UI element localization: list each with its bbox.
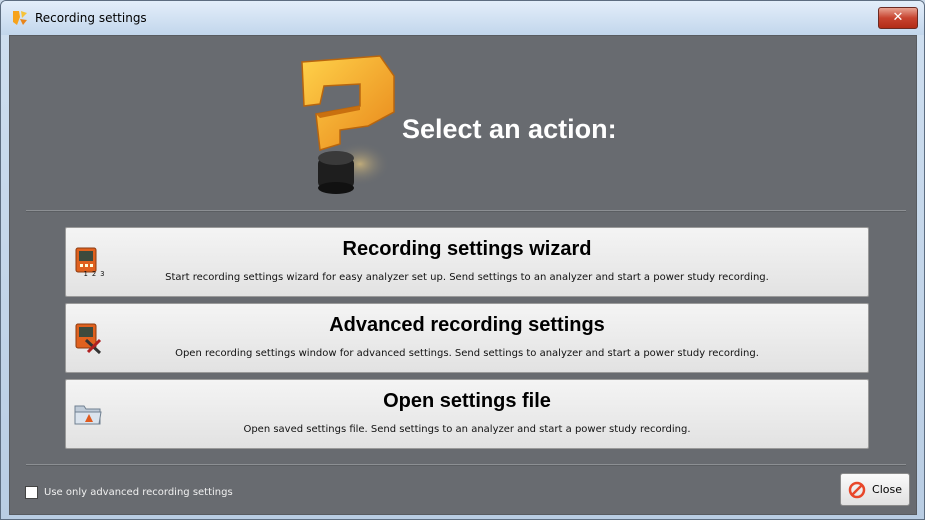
- action-title: Recording settings wizard: [342, 238, 592, 260]
- open-settings-file-button[interactable]: Open settings file Open saved settings f…: [65, 379, 869, 449]
- window-title: Recording settings: [35, 11, 147, 25]
- top-divider: [26, 210, 906, 212]
- dialog-content: Select an action: 1 2 3 Recording settin…: [9, 35, 917, 515]
- question-mark-logo-icon: [301, 55, 395, 194]
- action-description: Start recording settings wizard for easy…: [165, 272, 769, 283]
- close-button-label: Close: [872, 483, 902, 496]
- close-button[interactable]: Close: [840, 473, 910, 506]
- bottom-divider: [26, 464, 906, 466]
- action-title: Advanced recording settings: [329, 314, 605, 336]
- advanced-only-checkbox-row[interactable]: Use only advanced recording settings: [25, 486, 233, 499]
- advanced-only-checkbox[interactable]: [25, 486, 38, 499]
- title-bar[interactable]: Recording settings ✕: [1, 1, 924, 35]
- recording-settings-window: Recording settings ✕ Select an action: 1…: [0, 0, 925, 520]
- hero-header: Select an action:: [10, 36, 916, 210]
- app-logo-icon: [13, 11, 27, 25]
- action-title: Open settings file: [383, 390, 551, 412]
- recording-settings-wizard-button[interactable]: 1 2 3 Recording settings wizard Start re…: [65, 227, 869, 297]
- window-close-button[interactable]: ✕: [878, 7, 918, 29]
- advanced-recording-settings-button[interactable]: Advanced recording settings Open recordi…: [65, 303, 869, 373]
- checkbox-label: Use only advanced recording settings: [44, 487, 233, 498]
- hero-title: Select an action:: [402, 114, 617, 144]
- action-description: Open saved settings file. Send settings …: [243, 424, 691, 435]
- prohibit-icon: [848, 481, 866, 498]
- action-description: Open recording settings window for advan…: [175, 348, 759, 359]
